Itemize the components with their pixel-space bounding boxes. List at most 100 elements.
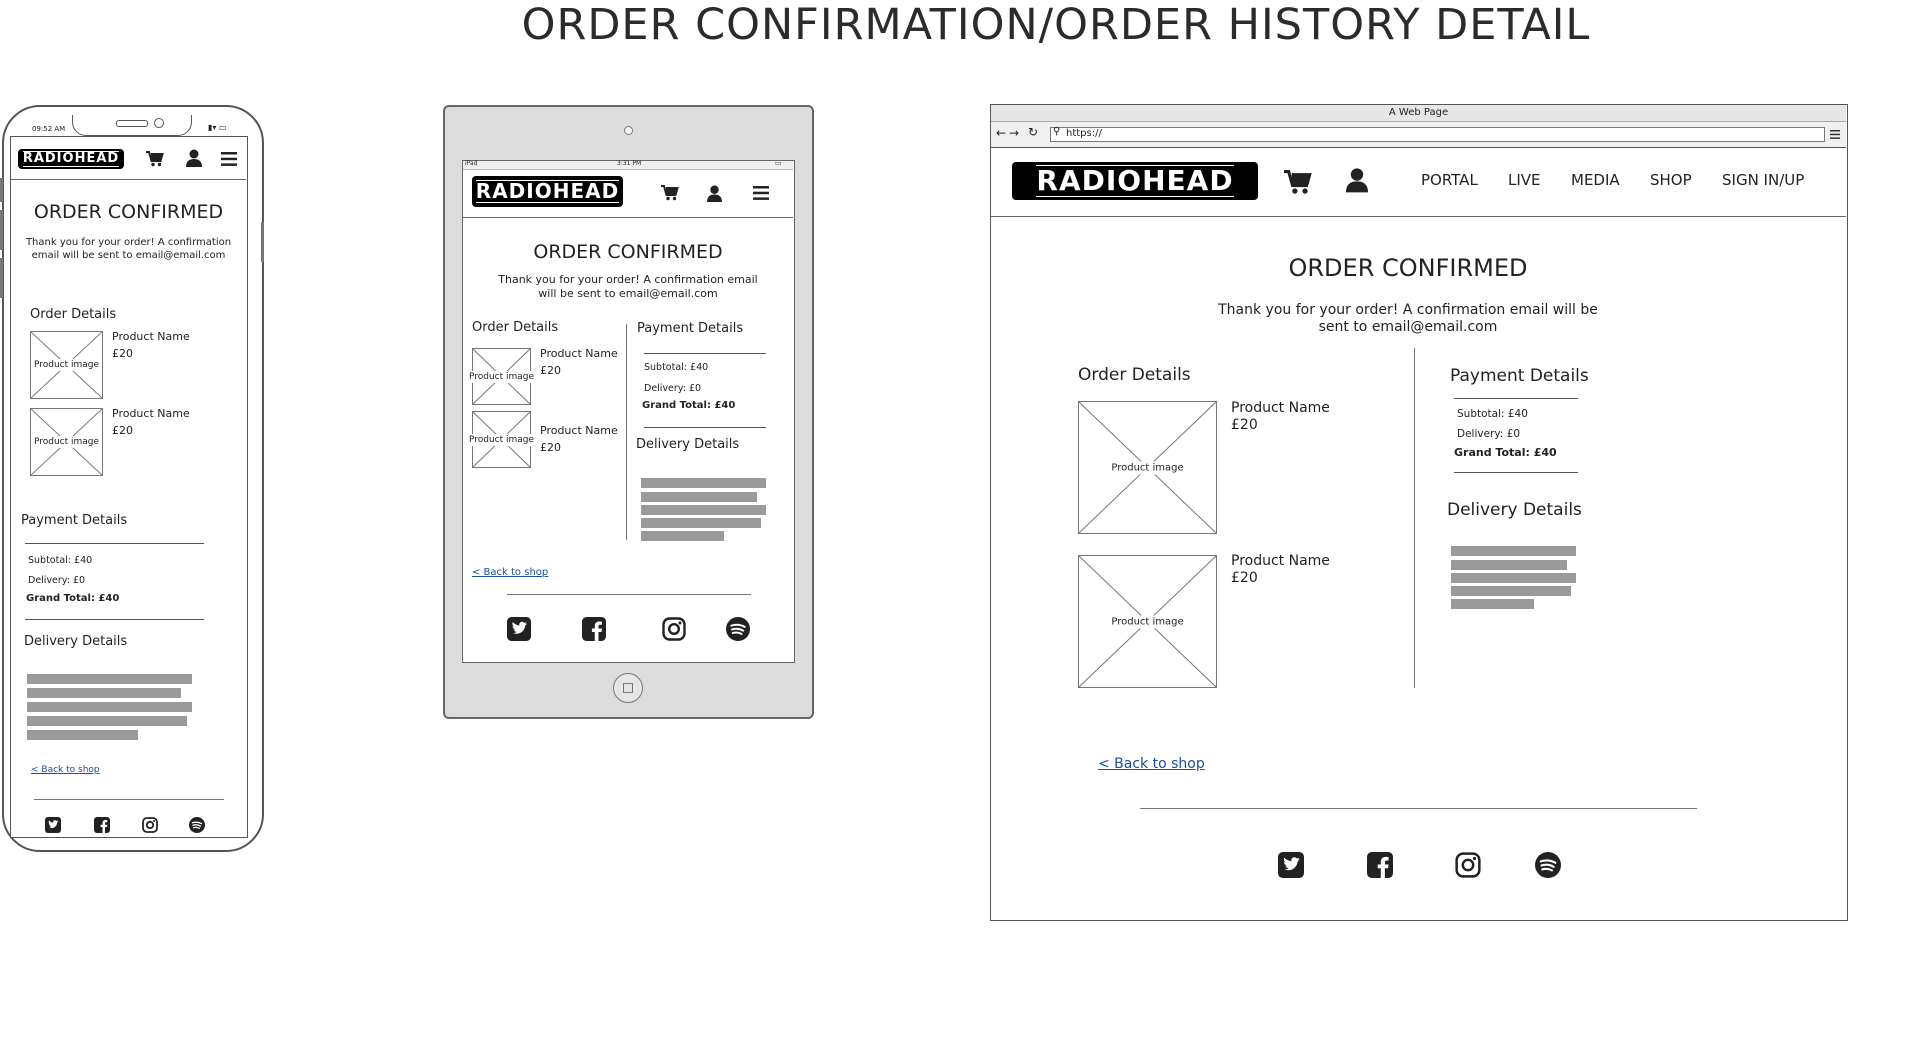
desktop-header-divider xyxy=(991,216,1846,217)
product-image-placeholder: Product image xyxy=(466,411,537,468)
product-name: Product Name xyxy=(112,407,190,420)
payment-divider xyxy=(25,543,204,544)
product-image-label: Product image xyxy=(466,433,537,446)
product-price: £20 xyxy=(540,441,561,454)
user-icon[interactable] xyxy=(1342,165,1372,195)
phone-heading: ORDER CONFIRMED xyxy=(33,201,224,223)
delivery-address-placeholder-line xyxy=(1451,560,1567,570)
hamburger-menu-icon[interactable] xyxy=(220,150,238,168)
nav-item-media[interactable]: MEDIA xyxy=(1571,171,1620,189)
product-price: £20 xyxy=(1231,417,1258,433)
payment-grand-total: Grand Total: £40 xyxy=(642,400,736,411)
twitter-icon[interactable] xyxy=(506,616,532,642)
spotify-icon[interactable] xyxy=(188,816,206,834)
product-image-placeholder: Product image xyxy=(1078,401,1217,534)
footer-divider xyxy=(1140,808,1697,809)
instagram-icon[interactable] xyxy=(1454,851,1482,879)
page-title: ORDER CONFIRMATION/ORDER HISTORY DETAIL xyxy=(521,0,1591,50)
tablet-header-divider xyxy=(463,217,793,218)
product-name: Product Name xyxy=(540,347,618,360)
user-icon[interactable] xyxy=(184,148,204,168)
url-bar[interactable] xyxy=(1050,127,1825,142)
delivery-address-placeholder-line xyxy=(1451,586,1571,596)
tablet-payment-details-title: Payment Details xyxy=(637,321,744,336)
tablet-order-details-title: Order Details xyxy=(472,320,559,335)
delivery-address-placeholder-line xyxy=(641,518,761,528)
delivery-address-placeholder-line xyxy=(27,716,187,726)
facebook-icon[interactable] xyxy=(1366,851,1394,879)
product-image-label: Product image xyxy=(1109,615,1186,628)
phone-order-details-title: Order Details xyxy=(30,307,117,322)
twitter-icon[interactable] xyxy=(44,816,62,834)
product-price: £20 xyxy=(112,347,133,360)
tablet-heading: ORDER CONFIRMED xyxy=(533,241,723,263)
spotify-icon[interactable] xyxy=(725,616,751,642)
phone-side-button xyxy=(0,210,3,250)
product-image-label: Product image xyxy=(1109,461,1186,474)
delivery-address-placeholder-line xyxy=(27,730,138,740)
cart-icon[interactable] xyxy=(660,183,680,203)
payment-subtotal: Subtotal: £40 xyxy=(28,555,93,566)
spotify-icon[interactable] xyxy=(1534,851,1562,879)
product-image-label: Product image xyxy=(466,370,537,383)
payment-subtotal: Subtotal: £40 xyxy=(1457,408,1528,420)
product-image-placeholder: Product image xyxy=(30,408,103,476)
phone-side-button xyxy=(0,178,3,202)
browser-title: A Web Page xyxy=(991,105,1846,122)
phone-thanks-line-2: email will be sent to email@email.com xyxy=(31,250,226,261)
tablet-thanks-line-2: will be sent to email@email.com xyxy=(538,287,718,300)
payment-divider xyxy=(644,353,766,354)
desktop-order-details-title: Order Details xyxy=(1078,365,1191,385)
tablet-battery-icon: ▭ xyxy=(775,159,782,167)
phone-logo[interactable]: RADIOHEAD xyxy=(18,149,124,169)
delivery-address-placeholder-line xyxy=(27,688,181,698)
hamburger-menu-icon[interactable] xyxy=(752,184,770,202)
nav-item-portal[interactable]: PORTAL xyxy=(1421,171,1478,189)
phone-thanks-line-1: Thank you for your order! A confirmation xyxy=(25,237,232,248)
back-arrow-icon[interactable]: ← xyxy=(996,126,1006,140)
tablet-camera xyxy=(624,126,633,135)
product-price: £20 xyxy=(112,424,133,437)
payment-grand-total: Grand Total: £40 xyxy=(26,593,120,604)
delivery-address-placeholder-line xyxy=(641,505,766,515)
payment-divider xyxy=(25,619,204,620)
facebook-icon[interactable] xyxy=(581,616,607,642)
forward-arrow-icon[interactable]: → xyxy=(1009,126,1019,140)
product-price: £20 xyxy=(540,364,561,377)
back-to-shop-link[interactable]: < Back to shop xyxy=(472,567,548,578)
reload-icon[interactable]: ↻ xyxy=(1028,125,1038,139)
payment-delivery: Delivery: £0 xyxy=(1457,428,1521,440)
product-image-label: Product image xyxy=(31,359,102,371)
user-icon[interactable] xyxy=(704,183,724,203)
tablet-delivery-details-title: Delivery Details xyxy=(636,437,740,452)
nav-item-shop[interactable]: SHOP xyxy=(1650,171,1692,189)
phone-header-divider xyxy=(11,179,246,180)
product-name: Product Name xyxy=(1231,553,1330,569)
product-image-placeholder: Product image xyxy=(466,348,537,405)
payment-grand-total: Grand Total: £40 xyxy=(1454,446,1557,459)
url-search-icon: ⚲ xyxy=(1053,126,1061,137)
tablet-logo[interactable]: RADIOHEAD xyxy=(472,176,623,207)
nav-item-sign-in-up[interactable]: SIGN IN/UP xyxy=(1722,171,1804,189)
instagram-icon[interactable] xyxy=(661,616,687,642)
nav-item-live[interactable]: LIVE xyxy=(1508,171,1541,189)
phone-delivery-details-title: Delivery Details xyxy=(24,634,128,649)
facebook-icon[interactable] xyxy=(93,816,111,834)
tablet-status-left: iPad xyxy=(465,160,478,167)
product-image-placeholder: Product image xyxy=(1078,555,1217,688)
instagram-icon[interactable] xyxy=(141,816,159,834)
cart-icon[interactable] xyxy=(145,149,165,169)
back-to-shop-link[interactable]: < Back to shop xyxy=(1098,756,1205,772)
back-to-shop-link[interactable]: < Back to shop xyxy=(31,765,100,775)
cart-icon[interactable] xyxy=(1283,167,1313,197)
footer-divider xyxy=(34,799,224,800)
delivery-address-placeholder-line xyxy=(641,478,766,488)
twitter-icon[interactable] xyxy=(1277,851,1305,879)
desktop-logo[interactable]: RADIOHEAD xyxy=(1012,162,1258,200)
delivery-address-placeholder-line xyxy=(27,702,192,712)
delivery-address-placeholder-line xyxy=(641,531,724,541)
browser-menu-icon[interactable] xyxy=(1829,128,1841,140)
tablet-home-button-square xyxy=(623,683,633,693)
delivery-address-placeholder-line xyxy=(27,674,192,684)
payment-subtotal: Subtotal: £40 xyxy=(644,362,709,373)
